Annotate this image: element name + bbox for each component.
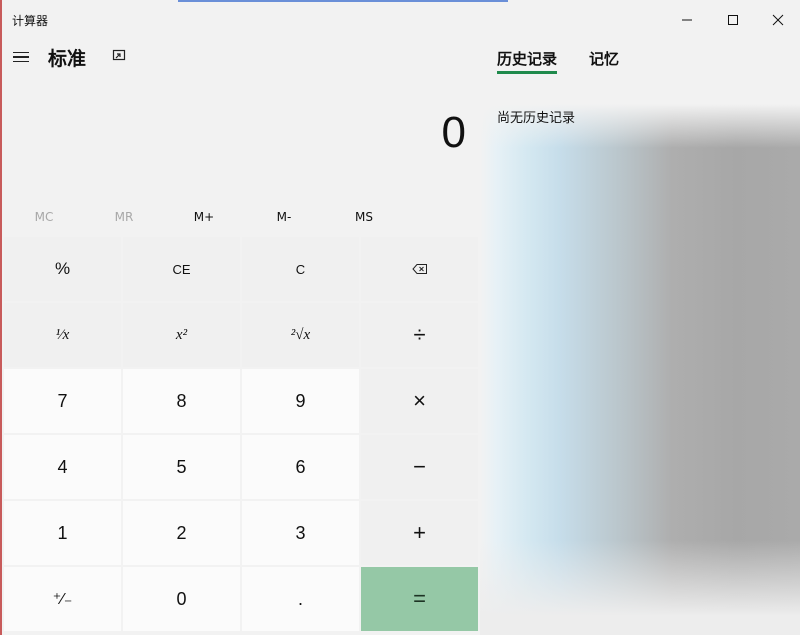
tab-memory[interactable]: 记忆 xyxy=(589,48,619,69)
history-empty-message: 尚无历史记录 xyxy=(497,111,576,126)
close-button[interactable] xyxy=(755,2,800,38)
reciprocal-button[interactable]: ¹⁄x xyxy=(4,303,121,367)
square-button[interactable]: x² xyxy=(123,303,240,367)
digit-9-button[interactable]: 9 xyxy=(242,369,359,433)
digit-7-button[interactable]: 7 xyxy=(4,369,121,433)
clear-button[interactable]: C xyxy=(242,237,359,301)
keep-on-top-icon xyxy=(112,49,126,61)
maximize-icon xyxy=(728,15,738,25)
add-button[interactable]: + xyxy=(361,501,478,565)
app-title: 计算器 xyxy=(12,14,49,28)
memory-add-button[interactable]: M+ xyxy=(164,200,244,234)
digit-5-button[interactable]: 5 xyxy=(123,435,240,499)
clear-entry-button[interactable]: CE xyxy=(123,237,240,301)
close-icon xyxy=(772,14,784,26)
maximize-button[interactable] xyxy=(710,2,756,38)
keep-on-top-button[interactable] xyxy=(110,48,128,64)
equals-button[interactable]: = xyxy=(361,567,478,631)
minimize-button[interactable] xyxy=(664,2,710,38)
digit-2-button[interactable]: 2 xyxy=(123,501,240,565)
result-display: 0 xyxy=(441,108,466,157)
backspace-button[interactable] xyxy=(361,237,478,301)
memory-recall-button[interactable]: MR xyxy=(84,200,164,234)
percent-button[interactable]: % xyxy=(4,237,121,301)
digit-3-button[interactable]: 3 xyxy=(242,501,359,565)
digit-1-button[interactable]: 1 xyxy=(4,501,121,565)
minimize-icon xyxy=(682,19,692,21)
decimal-button[interactable]: . xyxy=(242,567,359,631)
negate-button[interactable]: ⁺⁄₋ xyxy=(4,567,121,631)
backspace-icon xyxy=(411,264,427,274)
menu-button[interactable] xyxy=(11,48,33,66)
memory-subtract-button[interactable]: M- xyxy=(244,200,324,234)
memory-row: MC MR M+ M- MS xyxy=(4,200,478,234)
square-root-button[interactable]: ²√x xyxy=(242,303,359,367)
digit-0-button[interactable]: 0 xyxy=(123,567,240,631)
history-panel-fade-bottom xyxy=(480,540,800,635)
digit-6-button[interactable]: 6 xyxy=(242,435,359,499)
digit-8-button[interactable]: 8 xyxy=(123,369,240,433)
hamburger-icon xyxy=(13,51,29,54)
keypad: % CE C ¹⁄x x² ²√x ÷ 7 8 9 × 4 5 6 − 1 2 … xyxy=(4,237,478,633)
memory-clear-button[interactable]: MC xyxy=(4,200,84,234)
divide-button[interactable]: ÷ xyxy=(361,303,478,367)
subtract-button[interactable]: − xyxy=(361,435,478,499)
multiply-button[interactable]: × xyxy=(361,369,478,433)
title-bar: 计算器 xyxy=(0,0,800,38)
active-tab-indicator xyxy=(497,71,557,74)
digit-4-button[interactable]: 4 xyxy=(4,435,121,499)
tab-history[interactable]: 历史记录 xyxy=(497,48,557,69)
memory-store-button[interactable]: MS xyxy=(324,200,404,234)
mode-title: 标准 xyxy=(48,48,87,70)
